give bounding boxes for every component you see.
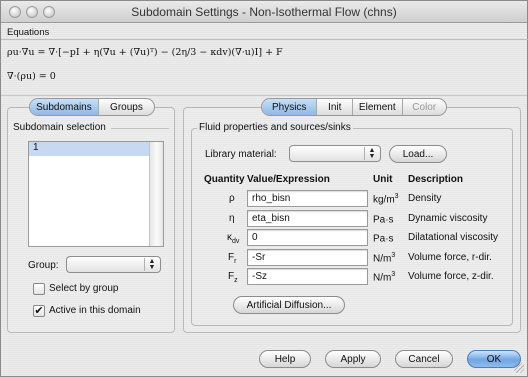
selection-divider — [111, 128, 169, 129]
unit-text: Pa·s — [373, 233, 394, 245]
momentum-equation: ρu·∇u = ∇·[−pI + η(∇u + (∇u)ᵀ) − (2η/3 −… — [7, 47, 283, 58]
section-divider — [1, 95, 527, 96]
quantity-symbol: Fr — [228, 252, 237, 265]
unit-text: kg/m3 — [373, 193, 399, 206]
tab-subdomains[interactable]: Subdomains — [30, 99, 99, 115]
active-in-domain-label: Active in this domain — [49, 305, 141, 316]
ok-button[interactable]: OK — [467, 350, 521, 368]
unit-text: Pa·s — [373, 214, 394, 226]
equations-label: Equations — [7, 27, 50, 38]
equations-section: Equations ρu·∇u = ∇·[−pI + η(∇u + (∇u)ᵀ)… — [1, 27, 528, 91]
select-arrows-icon: ▲ ▼ — [144, 258, 159, 271]
fluid-properties-title: Fluid properties and sources/sinks — [197, 122, 353, 133]
description-text: Volume force, r-dir. — [408, 252, 492, 263]
description-text: Volume force, z-dir. — [408, 271, 494, 282]
value-column-header: Value/Expression — [247, 174, 330, 185]
unit-column-header: Unit — [373, 174, 393, 185]
tab-color: Color — [412, 101, 437, 113]
cancel-button[interactable]: Cancel — [395, 350, 453, 368]
unit-text: N/m3 — [373, 271, 396, 284]
equations-divider — [1, 39, 528, 40]
select-by-group-checkbox[interactable] — [33, 283, 45, 295]
group-label: Group: — [28, 260, 59, 271]
quantity-symbol: Fz — [228, 271, 238, 284]
continuity-equation: ∇·(ρu) = 0 — [7, 71, 56, 82]
volume-force-z-input[interactable]: -Sz — [247, 268, 368, 285]
quantity-symbol: ρ — [229, 193, 235, 204]
load-button[interactable]: Load... — [389, 145, 447, 163]
tab-groups[interactable]: Groups — [99, 99, 154, 115]
active-in-domain-checkbox[interactable]: ✔ — [33, 305, 45, 317]
volume-force-r-input[interactable]: -Sr — [247, 249, 368, 266]
description-text: Density — [408, 193, 442, 204]
list-item[interactable]: 1 — [29, 142, 163, 156]
group-select[interactable]: ▲ ▼ — [66, 256, 161, 273]
list-scrollbar[interactable] — [149, 142, 163, 246]
dilatational-viscosity-input[interactable]: 0 — [247, 229, 368, 246]
description-column-header: Description — [408, 174, 464, 185]
apply-button[interactable]: Apply — [325, 350, 381, 368]
tab-element[interactable]: Element — [353, 99, 403, 115]
select-by-group-label: Select by group — [49, 283, 119, 294]
library-material-label: Library material: — [205, 149, 277, 160]
left-tab-bar: Subdomains Groups — [29, 98, 155, 116]
resize-grip-icon[interactable] — [514, 363, 524, 373]
window-title: Subdomain Settings - Non-Isothermal Flow… — [131, 5, 397, 19]
tab-init[interactable]: Init — [317, 99, 354, 115]
quantity-symbol: κdv — [227, 232, 240, 245]
subdomain-selection-label: Subdomain selection — [13, 122, 106, 133]
dynamic-viscosity-input[interactable]: eta_bisn — [247, 210, 368, 227]
quantity-column-header: Quantity — [204, 174, 245, 185]
description-text: Dilatational viscosity — [408, 232, 499, 243]
title-bar: Subdomain Settings - Non-Isothermal Flow… — [1, 1, 527, 23]
dialog-window: Subdomain Settings - Non-Isothermal Flow… — [0, 0, 528, 377]
select-arrows-icon: ▲ ▼ — [364, 147, 379, 160]
unit-text: N/m3 — [373, 252, 396, 265]
subdomain-list[interactable]: 1 — [28, 141, 164, 247]
density-input[interactable]: rho_bisn — [247, 190, 368, 207]
quantity-symbol: η — [229, 213, 235, 224]
library-material-select[interactable]: ▲ ▼ — [289, 145, 381, 162]
checkmark-icon: ✔ — [34, 305, 44, 317]
description-text: Dynamic viscosity — [408, 213, 488, 224]
artificial-diffusion-button[interactable]: Artificial Diffusion... — [233, 296, 345, 314]
right-tab-bar: Physics Init Element Color — [261, 98, 447, 116]
help-button[interactable]: Help — [259, 350, 311, 368]
tab-physics[interactable]: Physics — [262, 99, 318, 115]
